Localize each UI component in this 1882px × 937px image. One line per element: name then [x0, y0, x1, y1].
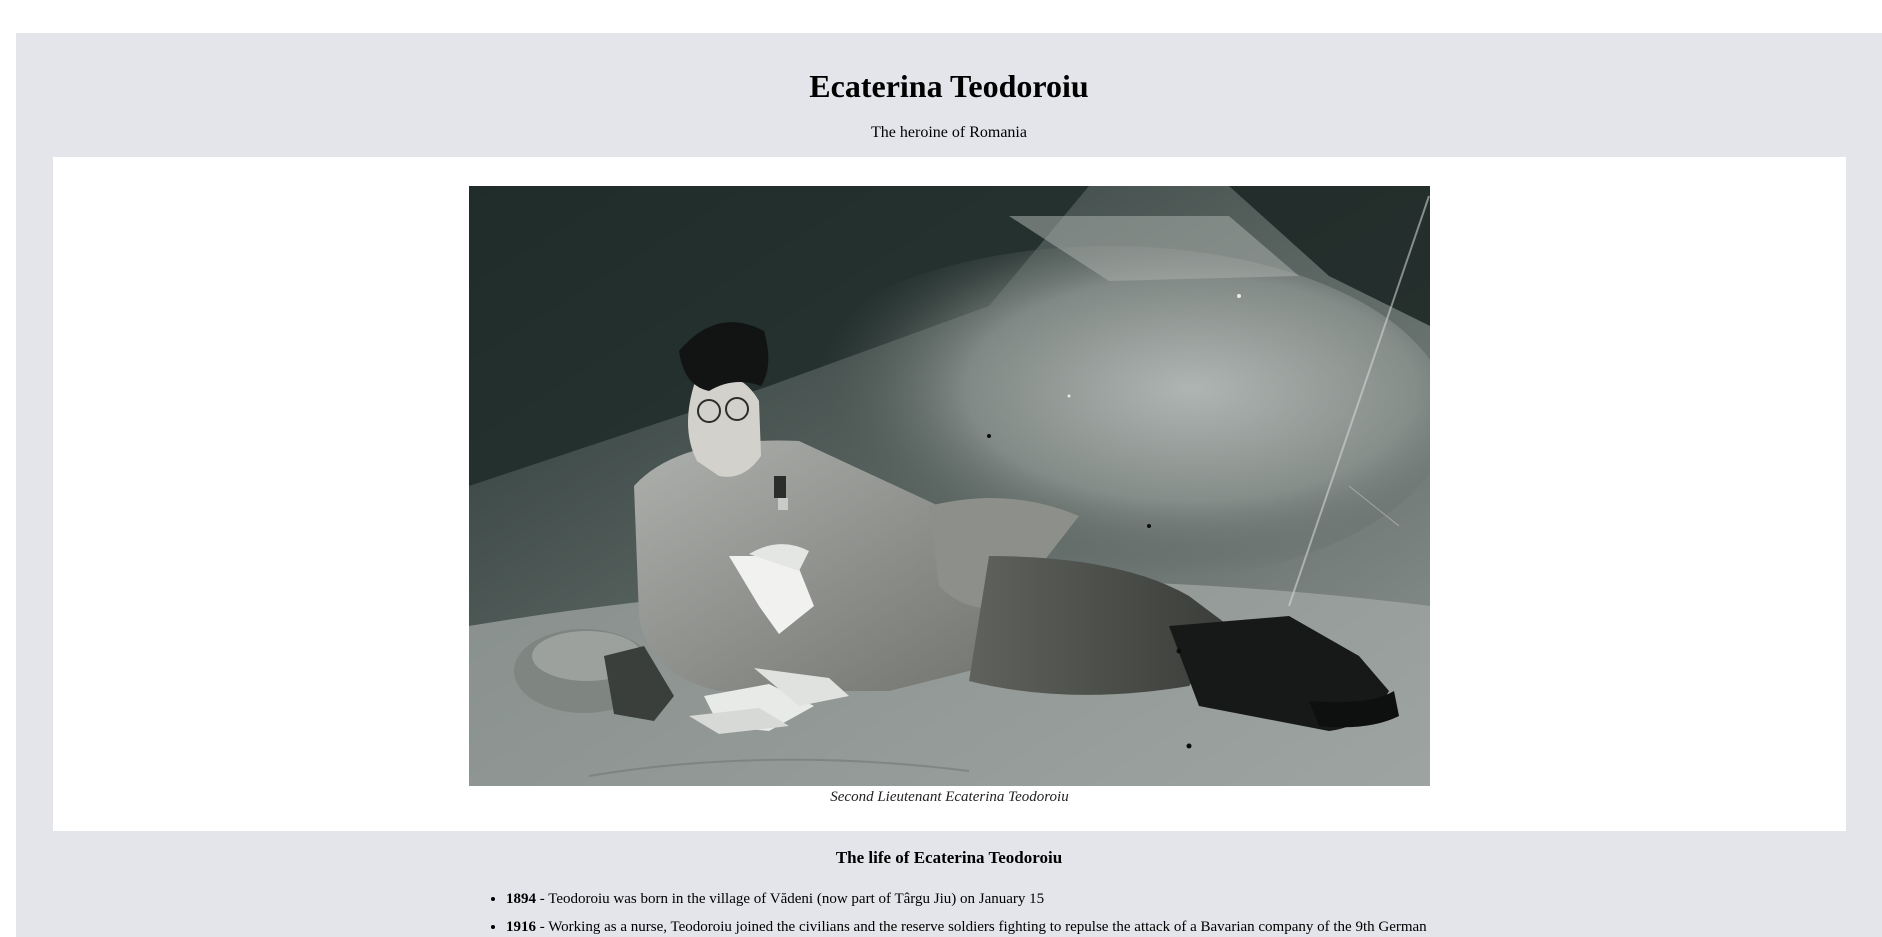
section-heading: The life of Ecaterina Teodoroiu — [835, 848, 1063, 867]
page-title: Ecaterina Teodoroiu — [809, 68, 1089, 104]
timeline-item: 1916 - Working as a nurse, Teodoroiu joi… — [506, 913, 1506, 937]
photo-caption: Second Lieutenant Ecaterina Teodoroiu — [830, 789, 1069, 805]
portrait-photo — [469, 186, 1430, 786]
tribute-page: Ecaterina Teodoroiu The heroine of Roman… — [16, 33, 1882, 937]
page-subtitle: The heroine of Romania — [871, 124, 1027, 141]
timeline-year: 1894 — [506, 891, 536, 907]
timeline-item: 1894 - Teodoroiu was born in the village… — [506, 885, 1506, 913]
image-panel: Second Lieutenant Ecaterina Teodoroiu — [53, 157, 1846, 831]
timeline-text: - Teodoroiu was born in the village of V… — [536, 891, 1045, 907]
timeline-text: - Working as a nurse, Teodoroiu joined t… — [536, 919, 1427, 935]
timeline-list: 1894 - Teodoroiu was born in the village… — [486, 885, 1506, 937]
timeline-year: 1916 — [506, 919, 536, 935]
